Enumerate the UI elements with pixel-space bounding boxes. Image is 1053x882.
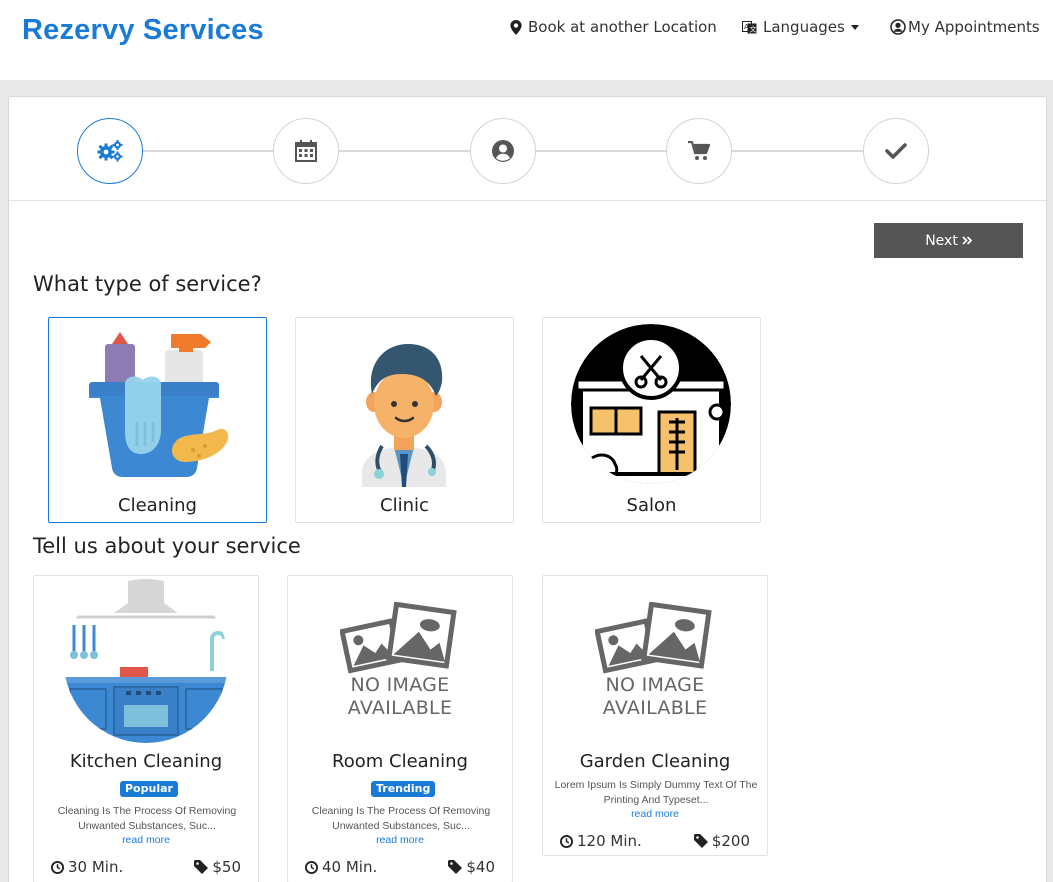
service-description: Lorem Ipsum Is Simply Dummy Text Of The … [551,778,761,808]
service-description: Cleaning Is The Process Of Removing Unwa… [42,804,252,834]
map-marker-icon [510,19,522,35]
tag-icon [448,860,463,874]
nav-languages-dropdown[interactable]: A文 Languages [742,18,859,36]
tag-icon [693,834,708,848]
image-placeholder-icon [595,602,712,674]
services-title: Tell us about your service [33,534,301,558]
svg-text:A: A [744,23,749,31]
service-type-label: Cleaning [118,495,197,516]
no-image-text-line: NO IMAGE [605,674,705,696]
gears-icon [97,140,123,162]
step-confirm[interactable] [863,118,929,184]
kitchen-illustration [34,576,258,746]
service-type-salon[interactable]: Salon [542,317,761,523]
service-price: $50 [194,858,241,876]
clock-icon [560,834,573,848]
service-duration: 40 Min. [305,858,377,876]
clock-icon [51,860,64,874]
popular-badge: Popular [120,781,178,797]
duration-value: 120 Min. [577,832,642,850]
step-cart[interactable] [666,118,732,184]
service-type-clinic[interactable]: Clinic [295,317,514,523]
service-name: Room Cleaning [332,751,468,772]
service-card-garden-cleaning[interactable]: NO IMAGE AVAILABLE Garden Cleaning Lorem… [542,575,768,856]
price-value: $50 [212,858,241,876]
top-navbar: Rezervy Services Book at another Locatio… [0,0,1053,80]
trending-badge: Trending [371,781,436,797]
no-image-text: NO IMAGE AVAILABLE [348,674,453,720]
cart-icon [688,141,710,160]
calendar-icon [295,140,317,162]
service-name: Garden Cleaning [579,751,731,772]
service-type-title: What type of service? [33,272,262,296]
duration-value: 30 Min. [68,858,124,876]
service-type-label: Clinic [380,495,429,516]
read-more-link[interactable]: read more [543,808,767,820]
booking-progress-steps [9,97,1046,201]
service-price: $40 [448,858,495,876]
next-button[interactable]: Next [874,223,1023,258]
price-value: $200 [711,832,750,850]
no-image-text: NO IMAGE AVAILABLE [603,674,708,720]
read-more-link[interactable]: read more [288,834,512,846]
service-type-cleaning[interactable]: Cleaning [48,317,267,523]
description-line: Unwanted Substances, Suc... [332,820,470,832]
booking-panel: Next What type of service? Cleaning Clin… [8,96,1047,882]
caret-down-icon [850,24,859,30]
nav-book-another-location[interactable]: Book at another Location [510,18,717,36]
service-duration: 120 Min. [560,832,642,850]
language-icon: A文 [742,21,757,34]
description-line: Lorem Ipsum Is Simply Dummy Text Of The [554,779,758,791]
cleaning-illustration [49,322,266,487]
user-circle-icon [890,19,906,35]
tag-icon [194,860,209,874]
service-description: Cleaning Is The Process Of Removing Unwa… [296,804,506,834]
nav-location-label: Book at another Location [528,18,717,36]
step-personal-info[interactable] [470,118,536,184]
description-line: Printing And Typeset... [603,794,709,806]
svg-text:文: 文 [750,25,757,34]
service-name: Kitchen Cleaning [69,751,223,772]
salon-illustration [543,322,760,487]
no-image-text-line: AVAILABLE [602,697,708,719]
read-more-link[interactable]: read more [34,834,258,846]
duration-value: 40 Min. [322,858,378,876]
nav-my-appointments[interactable]: My Appointments [890,18,1040,36]
description-line: Cleaning Is The Process Of Removing [311,805,491,817]
no-image-placeholder: NO IMAGE AVAILABLE [288,576,512,746]
service-card-room-cleaning[interactable]: NO IMAGE AVAILABLE Room Cleaning Trendin… [287,575,513,882]
no-image-text-line: NO IMAGE [350,674,450,696]
check-icon [885,143,907,159]
nav-appointments-label: My Appointments [908,18,1040,36]
price-value: $40 [466,858,495,876]
nav-languages-label: Languages [763,18,845,36]
service-card-kitchen-cleaning[interactable]: Kitchen Cleaning Popular Cleaning Is The… [33,575,259,882]
step-date[interactable] [273,118,339,184]
brand-logo[interactable]: Rezervy Services [22,14,264,47]
service-duration: 30 Min. [51,858,123,876]
description-line: Cleaning Is The Process Of Removing [57,805,237,817]
service-type-label: Salon [626,495,677,516]
next-button-label: Next [925,232,958,249]
description-line: Unwanted Substances, Suc... [78,820,216,832]
clock-icon [305,860,318,874]
no-image-text-line: AVAILABLE [347,697,453,719]
doctor-illustration [296,322,513,487]
service-price: $200 [693,832,750,850]
user-circle-icon [492,140,514,162]
step-service[interactable] [77,118,143,184]
no-image-placeholder: NO IMAGE AVAILABLE [543,576,767,746]
double-chevron-right-icon [962,236,972,245]
image-placeholder-icon [340,602,457,674]
